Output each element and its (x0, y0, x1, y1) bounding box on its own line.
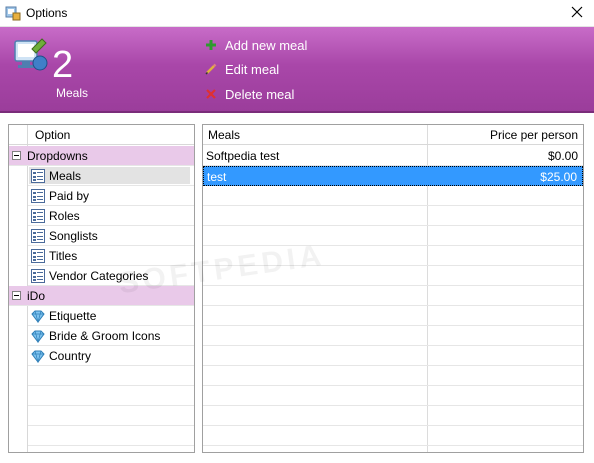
empty-row (28, 426, 194, 446)
meals-icon (12, 35, 50, 75)
collapse-icon[interactable] (12, 151, 21, 160)
empty-row (28, 366, 194, 386)
tree-item-roles[interactable]: Roles (28, 206, 194, 226)
tree-item-label: Songlists (49, 229, 98, 243)
add-meal-label: Add new meal (225, 37, 308, 53)
tree-header-label: Option (35, 128, 71, 142)
options-tree[interactable]: Option Dropdowns Meals Paid by Roles Son… (8, 124, 195, 453)
delete-meal-label: Delete meal (225, 86, 295, 102)
tree-item-label: Titles (49, 249, 78, 263)
tree-item-label: Bride & Groom Icons (49, 329, 161, 343)
empty-row (203, 426, 583, 446)
pencil-icon (204, 62, 218, 76)
meal-name-cell: Softpedia test (206, 149, 280, 163)
plus-icon (204, 38, 218, 52)
edit-meal-button[interactable]: Edit meal (204, 60, 279, 78)
meal-count: 2 (52, 44, 74, 86)
add-meal-button[interactable]: Add new meal (204, 36, 307, 54)
tree-item-label: Paid by (49, 189, 90, 203)
empty-row (203, 186, 583, 206)
tree-item-meals[interactable]: Meals (28, 166, 194, 186)
empty-row (203, 226, 583, 246)
edit-meal-label: Edit meal (225, 61, 280, 77)
tree-item-songlists[interactable]: Songlists (28, 226, 194, 246)
meal-price-cell: $25.00 (540, 170, 577, 184)
tree-item-vendor-categories[interactable]: Vendor Categories (28, 266, 194, 286)
tree-group-label: iDo (27, 289, 46, 303)
empty-row (203, 206, 583, 226)
column-header-meals[interactable]: Meals (208, 128, 240, 142)
empty-row (203, 266, 583, 286)
table-row[interactable]: Softpedia test $0.00 (203, 146, 583, 166)
empty-row (203, 406, 583, 426)
empty-row (203, 246, 583, 266)
title-bar: Options (0, 0, 594, 27)
empty-row (203, 346, 583, 366)
column-header-price[interactable]: Price per person (490, 128, 578, 142)
empty-row (203, 326, 583, 346)
diamond-icon (31, 349, 45, 364)
meal-count-label: Meals (56, 86, 89, 100)
x-icon (204, 87, 218, 101)
tree-item-label: Vendor Categories (49, 269, 149, 283)
tree-item-titles[interactable]: Titles (28, 246, 194, 266)
diamond-icon (31, 309, 45, 324)
list-icon (31, 229, 45, 243)
grid-header: Meals Price per person (203, 125, 583, 145)
tree-group-ido[interactable]: iDo (9, 286, 194, 306)
tree-item-paid-by[interactable]: Paid by (28, 186, 194, 206)
collapse-icon[interactable] (12, 291, 21, 300)
list-icon (31, 249, 45, 263)
table-row-selected[interactable]: test $25.00 (203, 166, 583, 186)
header-band: 2 Meals Add new meal Edit meal Delete me… (0, 27, 594, 113)
empty-row (203, 286, 583, 306)
tree-group-dropdowns[interactable]: Dropdowns (9, 146, 194, 166)
list-icon (31, 209, 45, 223)
delete-meal-button[interactable]: Delete meal (204, 85, 294, 103)
tree-item-label: Meals (49, 169, 82, 183)
app-icon (5, 5, 21, 21)
meal-price-cell: $0.00 (547, 149, 578, 163)
meal-name-cell: test (207, 170, 227, 184)
list-icon (31, 189, 45, 203)
tree-header: Option (9, 125, 194, 145)
empty-row (203, 366, 583, 386)
empty-row (203, 306, 583, 326)
tree-item-bride-groom-icons[interactable]: Bride & Groom Icons (28, 326, 194, 346)
close-button[interactable] (560, 0, 594, 27)
empty-row (28, 386, 194, 406)
tree-group-label: Dropdowns (27, 149, 88, 163)
tree-item-country[interactable]: Country (28, 346, 194, 366)
list-icon (31, 269, 45, 283)
tree-item-label: Etiquette (49, 309, 97, 323)
tree-item-label: Roles (49, 209, 80, 223)
tree-item-label: Country (49, 349, 92, 363)
tree-item-etiquette[interactable]: Etiquette (28, 306, 194, 326)
list-icon (31, 169, 45, 183)
close-icon (571, 6, 583, 21)
window-title: Options (26, 6, 68, 20)
empty-row (203, 386, 583, 406)
diamond-icon (31, 329, 45, 344)
meals-grid[interactable]: Meals Price per person Softpedia test $0… (202, 124, 584, 453)
empty-row (28, 406, 194, 426)
